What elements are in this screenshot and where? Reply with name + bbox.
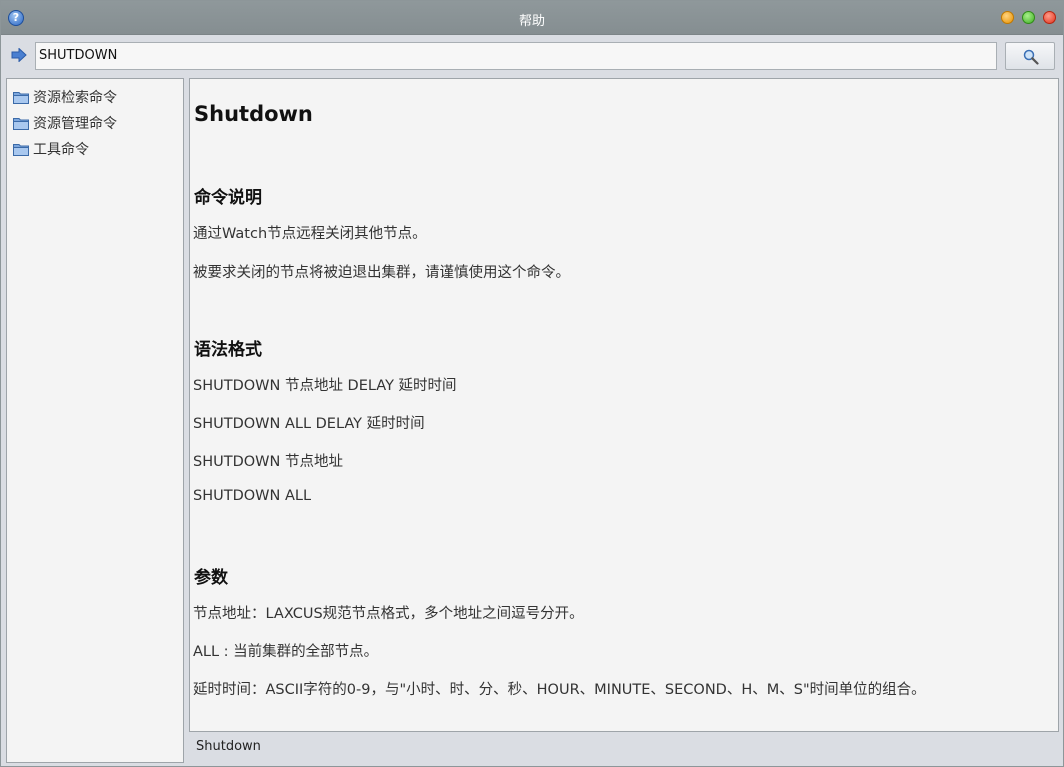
window-title: 帮助 — [518, 14, 545, 29]
tree-item-tools[interactable]: 工具命令 — [13, 139, 89, 159]
tree-item-label: 资源管理命令 — [33, 116, 117, 132]
folder-icon — [13, 91, 29, 104]
section-heading: 参数 — [194, 568, 228, 588]
search-icon — [1023, 49, 1039, 65]
tree-item-label: 工具命令 — [33, 142, 89, 158]
tree-item-resource-manage[interactable]: 资源管理命令 — [13, 113, 117, 133]
folder-icon — [13, 117, 29, 130]
paragraph: 被要求关闭的节点将被迫退出集群，请谨慎使用这个命令。 — [193, 265, 570, 281]
paragraph: ALL : 当前集群的全部节点。 — [193, 644, 379, 660]
paragraph: 延时时间：ASCII字符的0-9，与"小时、时、分、秒、HOUR、MINUTE、… — [193, 682, 926, 698]
section-heading: 命令说明 — [194, 188, 262, 208]
arrow-right-icon — [11, 48, 27, 62]
title-bar[interactable]: ? 帮助 — [1, 1, 1063, 35]
syntax-line: SHUTDOWN ALL — [193, 488, 312, 504]
search-button[interactable] — [1005, 42, 1055, 70]
tree-item-resource-search[interactable]: 资源检索命令 — [13, 87, 117, 107]
doc-title: Shutdown — [194, 102, 313, 126]
paragraph: 通过Watch节点远程关闭其他节点。 — [193, 226, 427, 242]
command-tree: 资源检索命令 资源管理命令 工具命令 — [6, 78, 184, 763]
section-heading: 语法格式 — [194, 340, 262, 360]
syntax-line: SHUTDOWN ALL DELAY 延时时间 — [193, 416, 425, 432]
help-content: Shutdown 命令说明 通过Watch节点远程关闭其他节点。 被要求关闭的节… — [189, 78, 1059, 732]
syntax-line: SHUTDOWN 节点地址 DELAY 延时时间 — [193, 378, 457, 394]
maximize-button[interactable] — [1022, 11, 1035, 24]
search-input[interactable]: SHUTDOWN — [35, 42, 997, 70]
minimize-button[interactable] — [1001, 11, 1014, 24]
syntax-line: SHUTDOWN 节点地址 — [193, 454, 343, 470]
close-button[interactable] — [1043, 11, 1056, 24]
folder-icon — [13, 143, 29, 156]
help-window: ? 帮助 SHUTDOWN 资源检索命令 资源管理命令 工具命令 Shutdow… — [0, 0, 1064, 767]
status-text: Shutdown — [196, 739, 261, 754]
tree-item-label: 资源检索命令 — [33, 90, 117, 106]
paragraph: 节点地址：LAXCUS规范节点格式，多个地址之间逗号分开。 — [193, 606, 584, 622]
